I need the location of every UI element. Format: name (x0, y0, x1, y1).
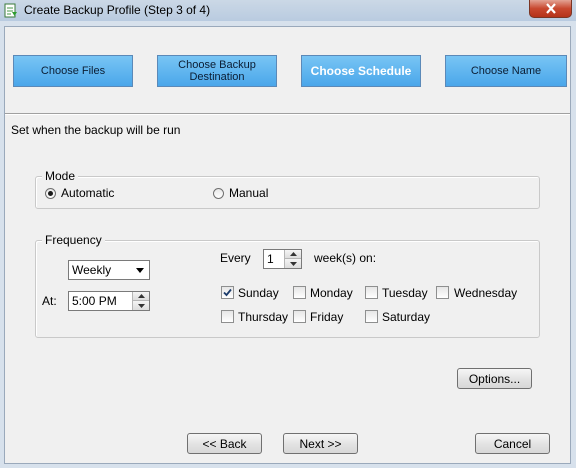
time-value: 5:00 PM (72, 294, 117, 308)
thursday-label: Thursday (238, 310, 289, 324)
wednesday-label: Wednesday (454, 286, 518, 300)
step-choose-schedule[interactable]: Choose Schedule (301, 55, 421, 87)
next-button[interactable]: Next >> (283, 433, 358, 454)
monday-checkbox[interactable] (293, 286, 306, 299)
close-icon (546, 3, 556, 14)
manual-radio[interactable] (213, 188, 224, 199)
step-choose-files[interactable]: Choose Files (13, 55, 133, 87)
spin-down-icon[interactable] (285, 259, 301, 268)
mode-group: Mode Automatic Manual (35, 169, 540, 209)
title-bar[interactable]: Create Backup Profile (Step 3 of 4) (0, 0, 576, 21)
sunday-checkbox[interactable] (221, 286, 234, 299)
time-spinner[interactable]: 5:00 PM (68, 291, 150, 311)
at-label: At: (42, 294, 57, 308)
friday-label: Friday (310, 310, 344, 324)
spin-up-icon[interactable] (133, 292, 149, 301)
thursday-checkbox[interactable] (221, 310, 234, 323)
options-button[interactable]: Options... (457, 368, 532, 389)
tuesday-checkbox[interactable] (365, 286, 378, 299)
period-value: Weekly (72, 263, 112, 277)
period-select[interactable]: Weekly (68, 260, 150, 280)
wednesday-checkbox[interactable] (436, 286, 449, 299)
time-spinner-buttons (132, 292, 149, 310)
chevron-down-icon[interactable] (132, 262, 148, 278)
mode-legend: Mode (42, 169, 79, 183)
wizard-client-area: Choose Files Choose Backup Destination C… (4, 26, 571, 464)
window-title: Create Backup Profile (Step 3 of 4) (24, 3, 211, 17)
every-spinner-buttons (284, 250, 301, 268)
automatic-label: Automatic (61, 186, 115, 200)
step-choose-name[interactable]: Choose Name (445, 55, 567, 87)
spin-down-icon[interactable] (133, 301, 149, 310)
every-spinner[interactable]: 1 (263, 249, 302, 269)
page-subtitle: Set when the backup will be run (11, 123, 181, 137)
step-label: Choose Backup Destination (178, 59, 256, 83)
spin-up-icon[interactable] (285, 250, 301, 259)
automatic-radio[interactable] (45, 188, 56, 199)
checkmark-icon (223, 288, 232, 297)
wizard-steps-bar: Choose Files Choose Backup Destination C… (5, 27, 570, 114)
step-choose-backup-destination[interactable]: Choose Backup Destination (157, 55, 277, 87)
saturday-label: Saturday (382, 310, 431, 324)
frequency-group: Frequency Weekly At: 5:00 PM Every 1 wee… (35, 233, 540, 338)
step-label: Choose Files (40, 65, 106, 77)
monday-label: Monday (310, 286, 353, 300)
every-value: 1 (267, 252, 274, 266)
tuesday-label: Tuesday (382, 286, 428, 300)
backup-doc-icon (4, 3, 17, 18)
sunday-label: Sunday (238, 286, 279, 300)
saturday-checkbox[interactable] (365, 310, 378, 323)
close-button[interactable] (529, 0, 572, 18)
friday-checkbox[interactable] (293, 310, 306, 323)
step-label: Choose Schedule (310, 64, 412, 78)
manual-label: Manual (229, 186, 269, 200)
backup-profile-window: Create Backup Profile (Step 3 of 4) Choo… (0, 0, 576, 468)
every-label: Every (220, 251, 251, 265)
cancel-button[interactable]: Cancel (475, 433, 550, 454)
frequency-legend: Frequency (42, 233, 105, 247)
weeks-on-label: week(s) on: (314, 251, 377, 265)
step-label: Choose Name (470, 65, 542, 77)
back-button[interactable]: << Back (187, 433, 262, 454)
